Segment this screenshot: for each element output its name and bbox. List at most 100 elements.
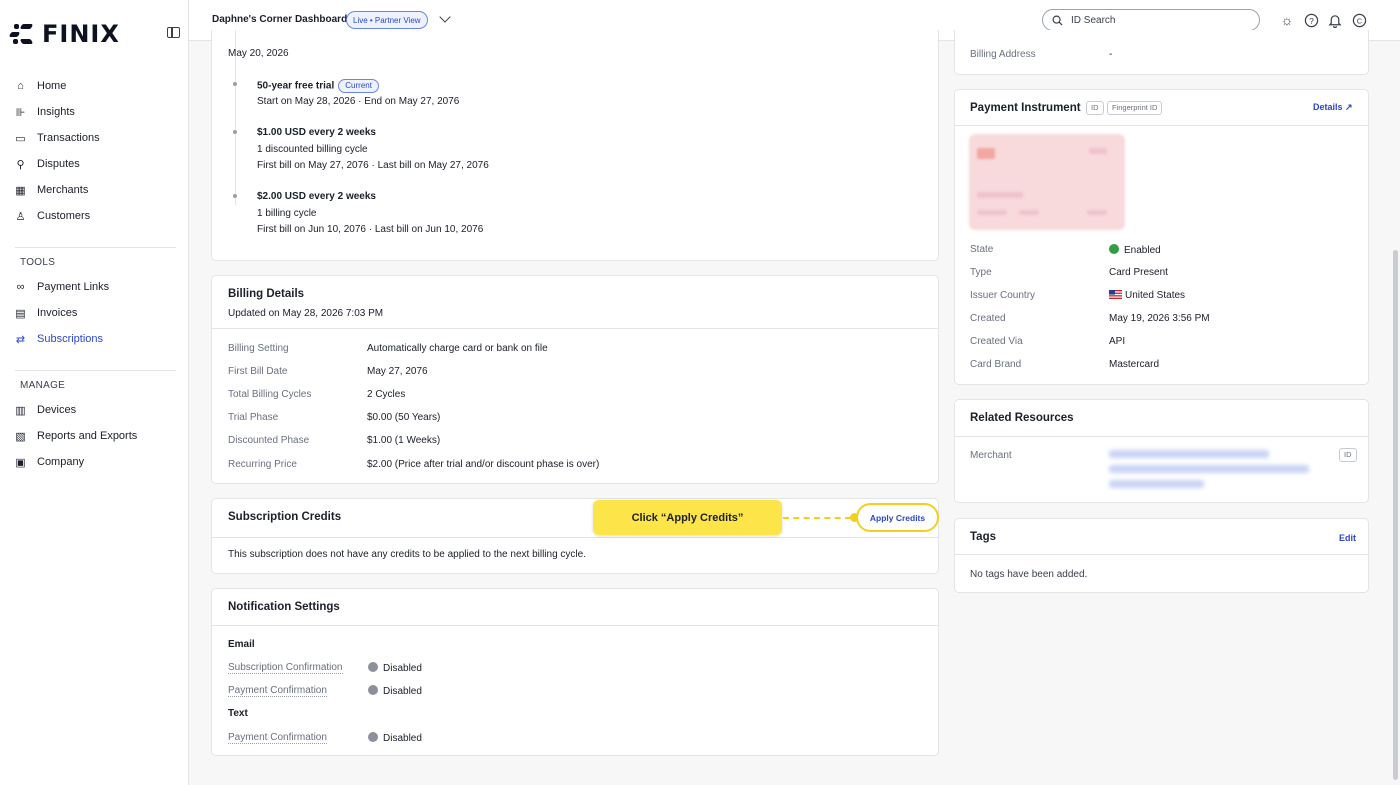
- person-icon: ♙: [15, 210, 26, 223]
- sidebar-item-disputes[interactable]: ⚲ Disputes: [15, 155, 80, 173]
- id-search-input[interactable]: [1071, 14, 1231, 26]
- environment-badge[interactable]: Live • Partner View: [346, 11, 428, 29]
- sidebar-item-label: Merchants: [37, 184, 89, 196]
- apply-credits-button[interactable]: Apply Credits: [856, 503, 939, 532]
- disabled-icon: [368, 732, 378, 742]
- sidebar-item-label: Insights: [37, 106, 75, 118]
- notifications-title: Notification Settings: [228, 601, 340, 613]
- device-icon: ▥: [15, 404, 26, 417]
- sidebar-item-label: Subscriptions: [37, 333, 104, 345]
- notification-label[interactable]: Subscription Confirmation: [228, 662, 343, 674]
- pi-row-label: Created: [970, 313, 1006, 324]
- sidebar-collapse-icon[interactable]: [167, 27, 180, 38]
- divider: [212, 625, 938, 626]
- merchant-id-badge[interactable]: ID: [1339, 448, 1357, 462]
- page-scrollbar[interactable]: [1393, 250, 1398, 780]
- sidebar-item-label: Disputes: [37, 158, 80, 170]
- credits-empty-text: This subscription does not have any cred…: [228, 549, 586, 560]
- pi-row-label: Card Brand: [970, 359, 1022, 370]
- details-link[interactable]: Details ↗: [1313, 102, 1353, 113]
- billing-row-value: Automatically charge card or bank on fil…: [367, 343, 548, 354]
- notification-label[interactable]: Payment Confirmation: [228, 732, 327, 744]
- billing-row-label: Total Billing Cycles: [228, 389, 312, 400]
- credit-card-icon: ▭: [15, 132, 26, 145]
- tags-empty-text: No tags have been added.: [970, 569, 1088, 580]
- billing-address-card: Billing Address -: [954, 30, 1369, 75]
- status-text: Disabled: [383, 686, 422, 697]
- id-badge[interactable]: ID: [1086, 101, 1104, 115]
- sidebar-item-label: Payment Links: [37, 281, 110, 293]
- document-icon: ▤: [15, 307, 26, 320]
- notification-status: Disabled: [368, 685, 422, 697]
- store-icon: ▦: [15, 184, 26, 197]
- divider: [955, 554, 1368, 555]
- account-icon[interactable]: C: [1351, 12, 1367, 28]
- sidebar-item-label: Devices: [37, 404, 77, 416]
- payment-instrument-card: Payment Instrument ID Fingerprint ID Det…: [954, 89, 1369, 385]
- pi-row-value: May 19, 2026 3:56 PM: [1109, 313, 1210, 324]
- merchant-link-redacted[interactable]: [1109, 450, 1269, 458]
- bell-icon[interactable]: [1327, 12, 1343, 28]
- sidebar-item-label: Invoices: [37, 307, 78, 319]
- sidebar-item-label: Transactions: [37, 132, 100, 144]
- billing-row-label: Discounted Phase: [228, 435, 310, 446]
- billing-details-title: Billing Details: [228, 288, 305, 300]
- help-icon[interactable]: ?: [1303, 12, 1319, 28]
- report-icon: ▧: [15, 430, 26, 443]
- link-icon: ∞: [16, 281, 25, 293]
- sidebar-item-subscriptions[interactable]: ⇄ Subscriptions: [15, 330, 103, 348]
- timeline-dot: [233, 194, 237, 198]
- callout-connector: [783, 517, 851, 519]
- disabled-icon: [368, 685, 378, 695]
- sidebar-item-customers[interactable]: ♙ Customers: [15, 207, 91, 225]
- sidebar-item-reports[interactable]: ▧ Reports and Exports: [15, 427, 137, 445]
- id-search[interactable]: [1042, 9, 1260, 31]
- phase-detail: 1 discounted billing cycle: [257, 144, 368, 155]
- billing-row-value: $2.00 (Price after trial and/or discount…: [367, 459, 600, 470]
- sidebar-item-payment-links[interactable]: ∞ Payment Links: [15, 278, 110, 296]
- sidebar-item-label: Customers: [37, 210, 91, 222]
- notification-label[interactable]: Payment Confirmation: [228, 685, 327, 697]
- billing-row-value: $1.00 (1 Weeks): [367, 435, 441, 446]
- phase-title: $2.00 USD every 2 weeks: [257, 191, 376, 202]
- pi-row-value: Mastercard: [1109, 359, 1160, 370]
- pi-row-label: Type: [970, 267, 992, 278]
- billing-address-value: -: [1109, 49, 1113, 60]
- sidebar-item-invoices[interactable]: ▤ Invoices: [15, 304, 77, 322]
- billing-row-value: $0.00 (50 Years): [367, 412, 441, 423]
- billing-row-value: May 27, 2076: [367, 366, 428, 377]
- pi-row-label: Issuer Country: [970, 290, 1036, 301]
- fingerprint-id-badge[interactable]: Fingerprint ID: [1107, 101, 1163, 115]
- divider: [212, 328, 938, 329]
- finix-logo[interactable]: FINIX: [8, 20, 120, 48]
- sun-icon[interactable]: ☼: [1279, 12, 1295, 28]
- current-tag: Current: [338, 79, 379, 93]
- merchant-link-redacted[interactable]: [1109, 465, 1309, 473]
- sidebar-item-home[interactable]: ⌂ Home: [15, 77, 66, 95]
- magnifier-icon: ⚲: [16, 158, 25, 171]
- home-icon: ⌂: [17, 80, 24, 92]
- building-icon: ▣: [15, 456, 26, 469]
- tags-card: Tags Edit No tags have been added.: [954, 518, 1369, 593]
- phase-detail: 1 billing cycle: [257, 208, 317, 219]
- merchant-link-redacted[interactable]: [1109, 480, 1204, 488]
- payment-instrument-title: Payment Instrument: [970, 102, 1081, 114]
- pi-row-value: United States: [1125, 290, 1186, 301]
- sidebar-item-label: Home: [37, 80, 67, 92]
- search-icon: [1052, 15, 1063, 26]
- pi-row-value: Enabled: [1124, 245, 1161, 256]
- related-resources-title: Related Resources: [970, 412, 1074, 424]
- chevron-down-icon[interactable]: [439, 11, 451, 23]
- sidebar-item-devices[interactable]: ▥ Devices: [15, 401, 76, 419]
- timeline-dot: [233, 130, 237, 134]
- sidebar-item-company[interactable]: ▣ Company: [15, 453, 84, 471]
- chart-icon: ⊪: [15, 106, 26, 119]
- sidebar: FINIX ⌂ Home ⊪ Insights ▭ Transactions ⚲…: [0, 0, 189, 785]
- sidebar-item-insights[interactable]: ⊪ Insights: [15, 103, 75, 121]
- edit-tags-link[interactable]: Edit: [1339, 533, 1356, 543]
- check-circle-icon: [1109, 244, 1119, 254]
- sidebar-item-transactions[interactable]: ▭ Transactions: [15, 129, 100, 147]
- divider: [212, 537, 938, 538]
- sidebar-item-merchants[interactable]: ▦ Merchants: [15, 181, 88, 199]
- pi-row-value: API: [1109, 336, 1126, 347]
